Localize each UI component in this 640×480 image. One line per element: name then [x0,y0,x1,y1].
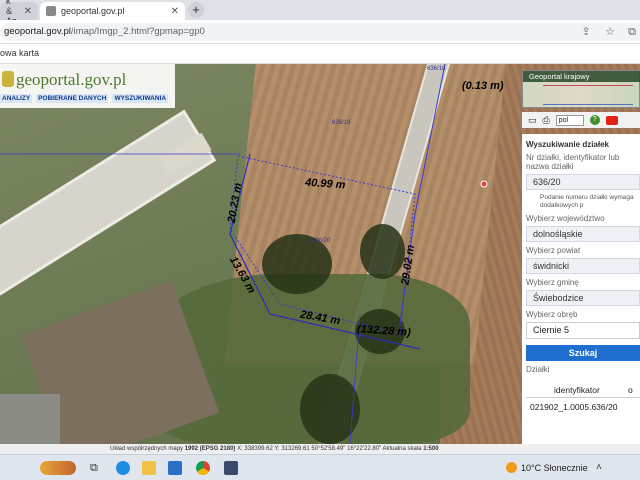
mini-map-title: Geoportal krajowy [523,71,640,82]
weather-widget[interactable]: 10°C Słonecznie [506,462,588,473]
share-icon[interactable]: ⇪ [580,26,592,38]
parcel-search-panel: Wyszukiwanie działek Nr działki, identyf… [522,134,640,444]
crs-value: 1992 (EPSG 2180) [184,446,236,452]
col-identyfikator[interactable]: identyfikator [526,382,622,397]
bookmark-item[interactable]: owa karta [0,48,39,58]
panel-toolbar: ▭ ⎙ pol ? [522,112,640,128]
weather-text: 10°C Słonecznie [521,462,588,473]
close-icon[interactable]: ✕ [18,6,32,17]
address-bar: geoportal.gov.pl/imap/Imgp_2.html?gpmap=… [0,20,640,44]
geoportal-logo[interactable]: geoportal.gov.pl [2,70,126,90]
mail-icon[interactable] [168,461,182,475]
url-path: /imap/Imgp_2.html?gpmap=gp0 [70,26,205,37]
parcel-number: 636/20 [312,238,331,244]
gmina-label: Wybierz gminę [526,278,579,287]
language-select[interactable]: pol [555,114,584,126]
windows-taskbar: ⧉ 10°C Słonecznie ˄ [0,454,640,480]
youtube-icon[interactable] [605,115,618,125]
close-icon[interactable]: ✕ [165,6,179,17]
dzialki-label: Działki [526,365,550,374]
scale-label: Aktualna skala [382,446,422,452]
edge-icon[interactable] [116,461,130,475]
browser-tab-bar: k & Az ✕ geoportal.gov.pl ✕ + [0,0,640,26]
parcel-id-input[interactable]: 636/20 [526,174,640,190]
obreb-label: Wybierz obręb [526,310,578,319]
bookmark-star-icon[interactable]: ☆ [604,26,616,38]
help-icon[interactable]: ? [589,115,600,125]
bookmarks-bar: owa karta [0,44,640,64]
mini-map-lines [543,85,633,105]
powiat-select[interactable]: świdnicki [526,258,640,274]
coord-x: X: 338399.62 [237,446,273,452]
geoportal-logo-icon [2,71,14,87]
panel-heading: Wyszukiwanie działek [526,140,609,149]
wojewodztwo-select[interactable]: dolnośląskie [526,226,640,242]
parcel-number: 636/18 [427,66,446,72]
table-row[interactable]: 021902_1.0005.636/20 [526,402,640,412]
url-input[interactable]: geoportal.gov.pl/imap/Imgp_2.html?gpmap=… [0,23,640,41]
tab-geoportal[interactable]: geoportal.gov.pl ✕ [40,2,185,20]
dimension-label: (0.13 m) [462,80,504,92]
obreb-select[interactable]: Ciernie 5 [526,322,640,339]
coord-lat: 50°52'58.49" [311,446,346,452]
menu-analizy[interactable]: ANALIZY [0,94,33,103]
monitor-icon[interactable]: ▭ [528,115,537,126]
col-second[interactable]: o [622,382,633,397]
photos-icon[interactable] [224,461,238,475]
geoportal-header: geoportal.gov.pl ANALIZY POBIERANE DANYC… [0,64,175,108]
taskview-icon[interactable]: ⧉ [90,461,104,475]
coord-y: Y: 313269.61 [274,446,310,452]
parcel-hint: Podanie numeru działki wymaga dodatkowyc… [540,194,634,209]
gmina-select[interactable]: Świebodzice [526,290,640,306]
search-button[interactable]: Szukaj [526,345,640,361]
tray-chevron-icon[interactable]: ˄ [596,462,605,473]
wojewodztwo-label: Wybierz województwo [526,214,605,223]
coord-lon: 16°22'22.80" [347,446,382,452]
powiat-label: Wybierz powiat [526,246,581,255]
sun-icon [506,462,517,473]
menu-pobierane-danych[interactable]: POBIERANE DANYCH [36,94,109,103]
parcel-id-label: Nr działki, identyfikator lub nazwa dzia… [526,153,620,171]
widgets-icon[interactable] [40,461,76,475]
extensions-icon[interactable]: ⧉ [626,26,638,38]
geoportal-favicon-icon [46,6,56,16]
tab-geoportal-label: geoportal.gov.pl [61,6,125,16]
file-explorer-icon[interactable] [142,461,156,475]
parcel-number: 636/19 [332,120,351,126]
geoportal-logo-text: geoportal.gov.pl [16,70,127,89]
print-icon[interactable]: ⎙ [543,115,550,126]
crs-prefix: Układ współrzędnych mapy [110,446,184,452]
menu-wyszukiwania[interactable]: WYSZUKIWANIA [112,94,169,103]
new-tab-button[interactable]: + [188,2,204,18]
tab-previous[interactable]: k & Az ✕ [0,0,38,26]
results-table-header: identyfikator o [526,382,640,398]
map-status-bar: Układ współrzędnych mapy 1992 (EPSG 2180… [0,444,640,454]
overview-mini-map[interactable]: Geoportal krajowy [522,70,640,108]
chrome-icon[interactable] [196,461,210,475]
geoportal-menu: ANALIZY POBIERANE DANYCH WYSZUKIWANIA [0,94,169,103]
url-host: geoportal.gov.pl [4,26,71,37]
scale-value: 1:500 [423,446,439,452]
